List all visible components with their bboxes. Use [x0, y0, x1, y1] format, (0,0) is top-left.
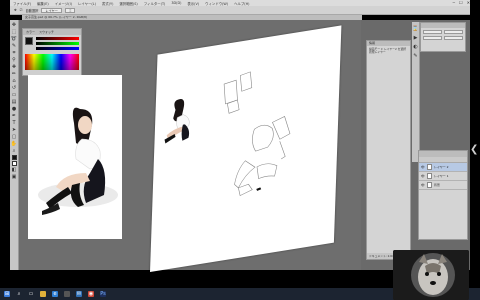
auto-select-label: 自動選択 [25, 8, 39, 13]
properties-field-y[interactable] [444, 36, 463, 40]
layer-row[interactable]: 👁 レイヤー 1 [419, 172, 467, 181]
menu-help[interactable]: ヘルプ(H) [234, 1, 249, 6]
brush-preset-icon[interactable]: ✎ [413, 53, 419, 59]
document-tab-label: 女子高生.psd @ 66.7% (レイヤー 2, RGB/8) [25, 15, 88, 19]
actions-icon[interactable]: ▶ [413, 35, 419, 41]
layer-name: レイヤー 1 [433, 174, 449, 178]
layers-panel: 👁 レイヤー 2 👁 レイヤー 1 👁 背景 [418, 150, 468, 240]
explorer-icon[interactable] [40, 291, 46, 297]
menu-edit[interactable]: 編集(E) [37, 1, 49, 6]
properties-field-x[interactable] [423, 36, 442, 40]
red-slider[interactable] [36, 37, 79, 40]
brush-icon[interactable]: ✏ [11, 71, 17, 77]
stamp-icon[interactable]: ⌂ [11, 78, 17, 84]
windows-icon[interactable]: ⊞ [4, 291, 10, 297]
quick-select-icon[interactable]: ✎ [11, 43, 17, 49]
move-icon[interactable]: ✥ [11, 22, 17, 28]
auto-select-checkbox[interactable]: ☑ [20, 8, 23, 12]
webcam-overlay [393, 250, 469, 300]
menu-layer[interactable]: レイヤー(L) [78, 1, 96, 6]
path-select-icon[interactable]: ➤ [11, 127, 17, 133]
visibility-eye-icon[interactable]: 👁 [421, 165, 425, 169]
shape-icon[interactable]: ▢ [11, 134, 17, 140]
edge-icon[interactable]: e [52, 291, 58, 297]
quick-mask-icon[interactable]: ◧ [11, 167, 17, 173]
info-panel: 情報 描画モード レイヤー2 を選択 新規レイヤー ドキュメント: 2.64M/… [366, 40, 411, 260]
collapse-panel-icon[interactable]: ❮ [470, 144, 478, 155]
screen-mode-icon[interactable]: ▣ [11, 174, 17, 180]
green-slider[interactable] [36, 42, 79, 45]
adjustments-icon[interactable]: ◐ [413, 44, 419, 50]
menu-window[interactable]: ウィンドウ(W) [205, 1, 228, 6]
eraser-icon[interactable]: ▭ [11, 92, 17, 98]
menu-image[interactable]: イメージ(I) [55, 1, 72, 6]
lasso-icon[interactable]: ➰ [11, 36, 17, 42]
canvas-sketch [164, 71, 291, 197]
gradient-icon[interactable]: ▤ [11, 99, 17, 105]
info-panel-text: 描画モード レイヤー2 を選択 新規レイヤー [369, 47, 407, 55]
align-buttons[interactable]: ⫶⫶⫶ [64, 7, 76, 13]
search-icon[interactable]: ⌕ [16, 291, 22, 297]
visibility-eye-icon[interactable]: 👁 [421, 174, 425, 178]
history-icon[interactable]: ⌛ [412, 26, 418, 32]
close-button[interactable]: ✕ [467, 0, 470, 5]
photoshop-icon[interactable]: Ps [100, 291, 106, 297]
blue-slider[interactable] [36, 47, 79, 50]
webcam-dog-image [393, 250, 469, 300]
menu-filter[interactable]: フィルター(T) [144, 1, 166, 6]
tab-swatches[interactable]: スウォッチ [39, 30, 54, 34]
menu-file[interactable]: ファイル(F) [13, 1, 31, 6]
canvas-document[interactable] [150, 25, 342, 273]
foreground-color-swatch[interactable] [11, 155, 17, 160]
layer-row[interactable]: 👁 背景 [419, 181, 467, 190]
menu-view[interactable]: 表示(V) [187, 1, 199, 6]
type-icon[interactable]: T [11, 120, 17, 126]
crop-icon[interactable]: ⌗ [11, 50, 17, 56]
zoom-icon[interactable]: ⌕ [11, 148, 17, 154]
pen-icon[interactable]: ✒ [11, 113, 17, 119]
eyedropper-icon[interactable]: ⚲ [11, 57, 17, 63]
properties-field-h[interactable] [444, 30, 463, 34]
background-color-swatch[interactable] [11, 161, 17, 166]
color-panel: カラー スウォッチ [22, 28, 82, 76]
layer-thumbnail [426, 182, 432, 188]
mail-icon[interactable]: ✉ [76, 291, 82, 297]
tools-panel: ✥ ⬚ ➰ ✎ ⌗ ⚲ ✚ ✏ ⌂ ↺ ▭ ▤ ● ✒ T ➤ ▢ ✋ ⌕ ◧ … [10, 20, 19, 270]
panel-icon-strip: ⌛ ▶ ◐ ✎ [412, 22, 420, 162]
reference-photo[interactable] [28, 75, 122, 239]
chrome-icon[interactable]: ◉ [88, 291, 94, 297]
minimize-button[interactable]: ─ [453, 0, 455, 5]
layer-name: 背景 [433, 183, 440, 187]
color-sliders [23, 35, 81, 52]
layer-row[interactable]: 👁 レイヤー 2 [419, 163, 467, 172]
menu-3d[interactable]: 3D(D) [171, 1, 181, 5]
window-controls: ─ ☐ ✕ [453, 0, 470, 5]
layer-thumbnail [426, 164, 432, 170]
reference-photo-image [28, 75, 122, 239]
marquee-icon[interactable]: ⬚ [11, 29, 17, 35]
healing-icon[interactable]: ✚ [11, 64, 17, 70]
options-bar: ✥ ☑ 自動選択 レイヤー ⫶⫶⫶ [10, 6, 470, 15]
color-spectrum[interactable] [25, 54, 79, 70]
maximize-button[interactable]: ☐ [459, 0, 463, 5]
history-brush-icon[interactable]: ↺ [11, 85, 17, 91]
layer-name: レイヤー 2 [433, 165, 449, 169]
auto-select-dropdown[interactable]: レイヤー [41, 7, 62, 13]
store-icon[interactable] [64, 291, 70, 297]
visibility-eye-icon[interactable]: 👁 [421, 183, 425, 187]
hand-icon[interactable]: ✋ [11, 141, 17, 147]
properties-field-w[interactable] [423, 30, 442, 34]
taskview-icon[interactable]: ▭ [28, 291, 34, 297]
move-tool-icon[interactable]: ✥ [14, 8, 17, 12]
color-preview[interactable] [25, 37, 33, 45]
layer-thumbnail [426, 173, 432, 179]
properties-panel [420, 22, 466, 52]
tab-color[interactable]: カラー [26, 30, 35, 34]
dodge-icon[interactable]: ● [11, 106, 17, 112]
menu-type[interactable]: 書式(Y) [102, 1, 114, 6]
menu-select[interactable]: 選択範囲(S) [119, 1, 137, 6]
